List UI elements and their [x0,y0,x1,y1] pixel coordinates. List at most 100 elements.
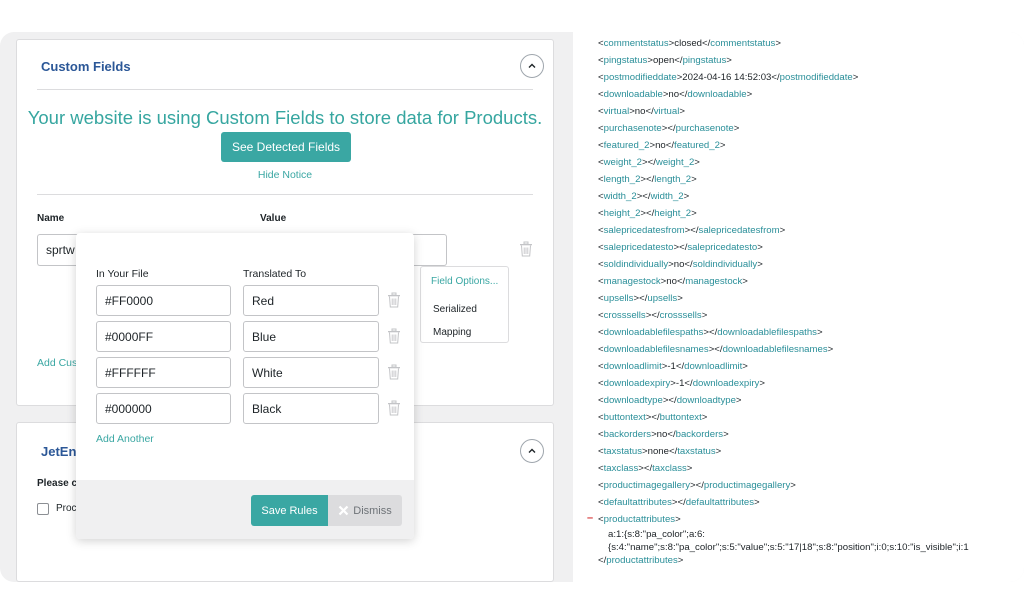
in-your-file-header: In Your File [96,268,149,280]
xml-tag-name: salepricedatesto [603,242,674,253]
xml-tag-name: downloadable [603,89,663,100]
value-column-header: Value [260,213,287,224]
custom-fields-notice: Your website is using Custom Fields to s… [27,107,543,128]
xml-line: <upsells></upsells> [598,293,683,304]
chevron-up-icon [528,63,536,68]
xml-line: <downloadablefilespaths></downloadablefi… [598,327,823,338]
jetengine-checkbox[interactable] [37,503,49,515]
xml-line: <backorders>no</backorders> [598,429,729,440]
collapse-node-icon[interactable]: – [587,512,593,524]
rule-from-input[interactable]: #0000FF [96,321,231,352]
xml-tag-name: taxclass [652,463,687,474]
xml-line: <pingstatus>open</pingstatus> [598,55,732,66]
xml-tag-name: virtual [653,106,680,117]
rule-from-input[interactable]: #FFFFFF [96,357,231,388]
xml-line: <downloadtype></downloadtype> [598,395,742,406]
menu-item-mapping[interactable]: Mapping [433,327,471,338]
xml-line: <productimagegallery></productimagegalle… [598,480,796,491]
xml-tag-name: soldindividually [603,259,669,270]
xml-tag-name: productimagegallery [603,480,690,491]
menu-item-serialized[interactable]: Serialized [433,304,477,315]
xml-tag-name: downloadtype [676,395,736,406]
divider [37,194,533,195]
xml-tag-name: buttontext [659,412,702,423]
editor-frame: Custom Fields Your website is using Cust… [0,32,1024,582]
xml-line: <downloadexpiry>-1</downloadexpiry> [598,378,765,389]
xml-line: <downloadlimit>-1</downloadlimit> [598,361,748,372]
jetengine-checkbox-label: Proc [56,503,77,514]
xml-line: <taxclass></taxclass> [598,463,693,474]
xml-tag-name: width_2 [650,191,684,202]
xml-tag-name: downloadablefilesnames [603,344,709,355]
xml-tag-name: upsells [603,293,634,304]
xml-tag-name: soldindividually [692,259,758,270]
delete-custom-field-icon[interactable] [519,241,533,257]
xml-tag-name: crosssells [603,310,646,321]
xml-tag-name: crosssells [659,310,702,321]
jetengine-notice: Please c [37,478,78,489]
custom-field-value-input[interactable] [412,234,447,266]
rule-to-input[interactable]: Blue [243,321,379,352]
rule-from-input[interactable]: #FF0000 [96,285,231,316]
xml-tag-name: commentstatus [710,38,776,49]
xml-line: <soldindividually>no</soldindividually> [598,259,763,270]
xml-line-expanded-open: <productattributes> [598,514,681,525]
see-detected-fields-button[interactable]: See Detected Fields [221,132,351,162]
rule-to-input[interactable]: White [243,357,379,388]
add-another-rule-link[interactable]: Add Another [96,433,154,445]
xml-tag-name: defaultattributes [685,497,755,508]
xml-tag-name: backorders [675,429,724,440]
rule-from-input[interactable]: #000000 [96,393,231,424]
xml-tag-name: defaultattributes [603,497,672,508]
xml-preview-pane: <commentstatus>closed</commentstatus> <pi… [573,32,1024,582]
field-options-menu: Field Options... Serialized Mapping [420,266,509,343]
xml-tag-name: featured_2 [603,140,650,151]
xml-value-line: a:1:{s:8:"pa_color";a:6: [608,529,705,540]
dismiss-button[interactable]: Dismiss [328,495,402,526]
xml-tag-name: featured_2 [674,140,720,151]
delete-rule-icon[interactable] [387,400,401,416]
xml-tag-name: virtual [603,106,630,117]
xml-tag-name: downloadable [687,89,747,100]
xml-tag-name: managestock [603,276,661,287]
xml-tag-name: width_2 [603,191,637,202]
xml-tag-name: salepricedatesfrom [698,225,780,236]
add-custom-field-link[interactable]: Add Cus [37,357,77,369]
field-options-title[interactable]: Field Options... [431,276,498,287]
hide-notice-link[interactable]: Hide Notice [17,169,553,181]
xml-line: <defaultattributes></defaultattributes> [598,497,760,508]
xml-line: <managestock>no</managestock> [598,276,748,287]
delete-rule-icon[interactable] [387,364,401,380]
xml-line: <postmodifieddate>2024-04-16 14:52:03</p… [598,72,859,83]
xml-line: <downloadablefilesnames></downloadablefi… [598,344,834,355]
chevron-up-icon [528,448,536,453]
xml-tag-name: productattributes [603,514,676,525]
xml-line: <crosssells></crosssells> [598,310,708,321]
xml-tag-name: downloadablefilesnames [722,344,828,355]
xml-tag-name: productattributes [606,555,678,566]
xml-line: <weight_2></weight_2> [598,157,700,168]
xml-tag-name: taxstatus [677,446,716,457]
save-rules-button[interactable]: Save Rules [251,495,328,526]
xml-value-line: {s:4:"name";s:8:"pa_color";s:5:"value";s… [608,542,969,553]
custom-fields-title: Custom Fields [41,59,131,74]
close-icon [338,505,349,516]
xml-tag-name: height_2 [603,208,641,219]
xml-tag-name: downloadexpiry [603,378,671,389]
delete-rule-icon[interactable] [387,328,401,344]
xml-tag-name: managestock [685,276,743,287]
xml-tag-name: height_2 [654,208,692,219]
xml-tag-name: buttontext [603,412,646,423]
xml-line: <purchasenote></purchasenote> [598,123,740,134]
rule-to-input[interactable]: Black [243,393,379,424]
xml-tag-name: taxclass [603,463,639,474]
collapse-custom-fields-button[interactable] [520,54,544,78]
custom-field-name-value: sprtw [46,243,75,257]
xml-line: <commentstatus>closed</commentstatus> [598,38,781,49]
xml-tag-name: postmodifieddate [779,72,853,83]
xml-tag-name: purchasenote [675,123,734,134]
rule-to-input[interactable]: Red [243,285,379,316]
jetengine-title: JetEn [41,444,77,459]
collapse-jetengine-button[interactable] [520,439,544,463]
delete-rule-icon[interactable] [387,292,401,308]
